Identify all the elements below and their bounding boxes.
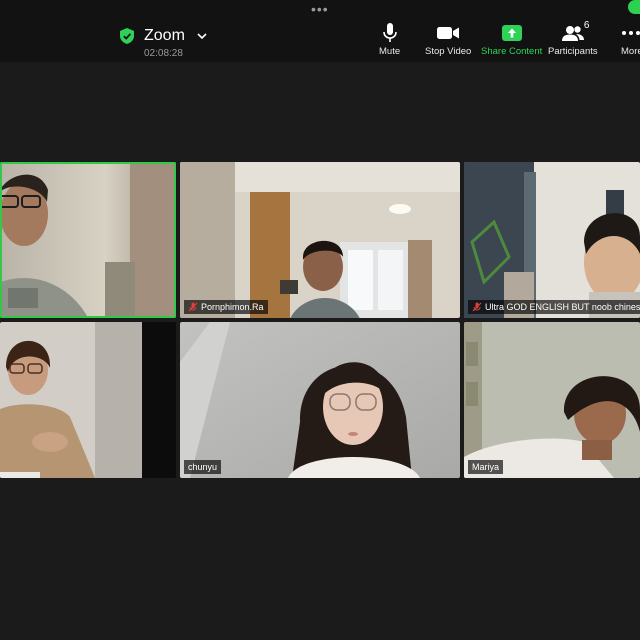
share-screen-icon [501, 25, 522, 41]
more-dots-icon [622, 31, 640, 35]
meeting-timer: 02:08:28 [144, 48, 183, 59]
stop-video-button[interactable]: Stop Video [425, 22, 471, 57]
more-label: More [621, 46, 640, 57]
participant-name: Ultra GOD ENGLISH BUT noob chinese [485, 302, 640, 312]
meeting-info-button[interactable]: Zoom [120, 26, 207, 46]
participants-label: Participants [548, 46, 598, 57]
participant-name-tag: Mariya [468, 460, 504, 474]
shield-check-icon [120, 28, 134, 44]
muted-mic-icon [188, 302, 198, 312]
app-title: Zoom [144, 27, 185, 44]
more-button[interactable]: More [621, 22, 640, 57]
mute-button[interactable]: Mute [379, 22, 400, 57]
video-tile-6[interactable]: Mariya [464, 322, 640, 478]
participant-name-tag: chunyu [184, 460, 222, 474]
participant-name: Pornphimon.Ra [201, 302, 264, 312]
mute-label: Mute [379, 46, 401, 57]
drag-handle-icon[interactable]: ••• [311, 2, 329, 16]
chevron-down-icon [197, 33, 207, 40]
video-tile-2[interactable]: Pornphimon.Ra [180, 162, 460, 318]
video-tile-5[interactable]: chunyu [180, 322, 460, 478]
video-camera-icon [437, 27, 460, 39]
participant-video [0, 322, 176, 478]
share-content-label: Share Content [481, 46, 543, 57]
participant-video [464, 162, 640, 318]
participant-name-tag: Ultra GOD ENGLISH BUT noob chinese [468, 300, 640, 314]
top-toolbar: ••• Zoom 02:08:28 Mute Stop Video Share … [0, 0, 640, 62]
video-tile-3[interactable]: Ultra GOD ENGLISH BUT noob chinese [464, 162, 640, 318]
stop-video-label: Stop Video [425, 46, 472, 57]
participants-count: 6 [583, 20, 590, 31]
participant-name-tag: Pornphimon.Ra [184, 300, 268, 314]
participant-video [180, 162, 460, 318]
participant-name: chunyu [188, 462, 218, 472]
participants-button[interactable]: 6 Participants [548, 20, 598, 57]
participants-icon [561, 26, 584, 41]
microphone-icon [382, 23, 397, 42]
status-indicator [628, 0, 640, 14]
participant-name: Mariya [472, 462, 500, 472]
share-content-button[interactable]: Share Content [481, 22, 542, 57]
muted-mic-icon [472, 302, 482, 312]
video-tile-4[interactable] [0, 322, 176, 478]
participant-video [0, 162, 176, 318]
video-tile-1[interactable] [0, 162, 176, 318]
participant-video [180, 322, 460, 478]
participant-video [464, 322, 640, 478]
